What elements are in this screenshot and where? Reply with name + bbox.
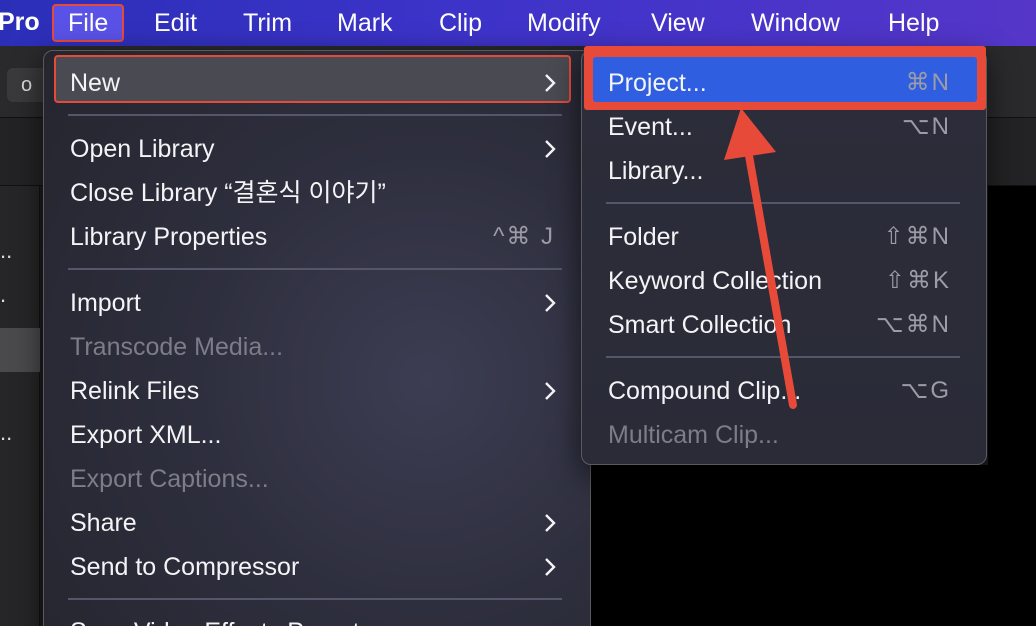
menu-item-transcode-media: Transcode Media... [43, 325, 591, 369]
menu-separator [68, 114, 562, 116]
menu-item-relink-files[interactable]: Relink Files [43, 369, 591, 413]
menu-item-label: Event... [608, 113, 693, 141]
menu-item-keyword-collection[interactable]: Keyword Collection ⇧⌘K [581, 259, 987, 303]
file-menu-items: New Open Library Close Library “결혼식 이야기”… [43, 0, 591, 626]
menu-item-label: Multicam Clip... [608, 421, 779, 449]
menu-item-partial[interactable]: Save Video Effects Preset... [43, 610, 591, 626]
menu-item-event[interactable]: Event... ⌥N [581, 105, 987, 149]
menu-item-label: Close Library “결혼식 이야기” [70, 179, 386, 207]
viewer-area-top [988, 186, 1036, 466]
menu-item-smart-collection[interactable]: Smart Collection ⌥⌘N [581, 303, 987, 347]
menu-separator [606, 356, 960, 358]
shortcut-label: ^⌘ J [493, 223, 555, 250]
menu-item-export-captions: Export Captions... [43, 457, 591, 501]
sidebar-item[interactable]: .. [0, 238, 12, 264]
menu-separator [606, 202, 960, 204]
sidebar-item[interactable]: .. [0, 420, 12, 446]
menu-item-compound-clip[interactable]: Compound Clip... ⌥G [581, 369, 987, 413]
chevron-right-icon [543, 281, 557, 325]
sidebar-item[interactable]: . [0, 282, 6, 308]
menu-item-label: Keyword Collection [608, 267, 822, 295]
menu-item-library-properties[interactable]: Library Properties ^⌘ J [43, 215, 591, 259]
new-submenu-items: Project... ⌘N Event... ⌥N Library... Fol… [581, 0, 987, 470]
sidebar-selected-item[interactable] [0, 328, 40, 372]
menu-item-label: Export XML... [70, 421, 222, 449]
viewer-area [590, 465, 1036, 626]
chevron-right-icon [543, 127, 557, 171]
menu-item-label: Share [70, 509, 137, 537]
menu-item-label: Smart Collection [608, 311, 792, 339]
shortcut-label: ⌘N [905, 69, 951, 96]
menu-item-label: Library... [608, 157, 704, 185]
menu-item-label: Import [70, 289, 141, 317]
menu-item-label: Library Properties [70, 223, 268, 251]
menu-item-export-xml[interactable]: Export XML... [43, 413, 591, 457]
menu-item-folder[interactable]: Folder ⇧⌘N [581, 215, 987, 259]
menu-item-label: Export Captions... [70, 465, 269, 493]
chevron-right-icon [543, 501, 557, 545]
menu-item-label: New [70, 69, 121, 97]
menu-item-send-to-compressor[interactable]: Send to Compressor [43, 545, 591, 589]
menu-item-label: Transcode Media... [70, 333, 284, 361]
menu-item-import[interactable]: Import [43, 281, 591, 325]
menu-item-label: Send to Compressor [70, 553, 300, 581]
menu-item-share[interactable]: Share [43, 501, 591, 545]
chevron-right-icon [543, 369, 557, 413]
shortcut-label: ⌥⌘N [876, 311, 951, 338]
shortcut-label: ⇧⌘N [883, 223, 951, 250]
library-sidebar: .. . .. [0, 186, 40, 626]
menu-item-multicam-clip: Multicam Clip... [581, 413, 987, 457]
menu-item-label: Save Video Effects Preset... [70, 610, 380, 626]
shortcut-label: ⇧⌘K [884, 267, 951, 294]
chevron-right-icon [543, 545, 557, 589]
menu-item-label: Open Library [70, 135, 215, 163]
shortcut-label: ⌥N [902, 113, 951, 140]
menu-item-project[interactable]: Project... ⌘N [581, 61, 987, 105]
menu-item-label: Compound Clip... [608, 377, 802, 405]
shortcut-label: ⌥G [900, 377, 951, 404]
menu-item-new[interactable]: New [43, 61, 591, 105]
menu-item-label: Relink Files [70, 377, 200, 405]
menu-item-close-library[interactable]: Close Library “결혼식 이야기” [43, 171, 591, 215]
chevron-right-icon [543, 61, 557, 105]
menu-item-label: Project... [608, 69, 707, 97]
app-menu[interactable]: Pro [0, 8, 40, 37]
menu-item-label: Folder [608, 223, 679, 251]
menu-item-open-library[interactable]: Open Library [43, 127, 591, 171]
toolbar-button[interactable]: o [7, 68, 47, 102]
menu-separator [68, 598, 562, 600]
menu-item-library[interactable]: Library... [581, 149, 987, 193]
menu-separator [68, 268, 562, 270]
